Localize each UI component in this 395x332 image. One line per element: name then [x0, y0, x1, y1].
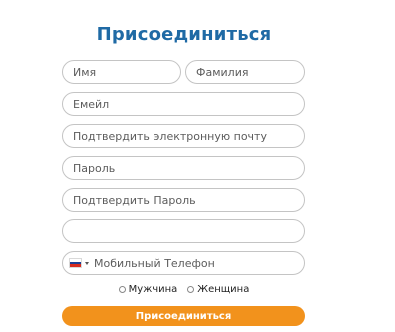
email-field[interactable] — [62, 92, 305, 116]
confirm-email-field[interactable] — [62, 124, 305, 148]
male-radio[interactable] — [118, 286, 126, 293]
page-title: Присоединиться — [96, 24, 272, 45]
last-name-field[interactable] — [185, 60, 305, 84]
gender-male-option[interactable]: Мужчина — [118, 284, 178, 295]
gender-group: Мужчина Женщина — [0, 284, 368, 295]
join-button[interactable]: Присоединиться — [62, 306, 305, 326]
female-radio[interactable] — [187, 286, 195, 293]
extra-field[interactable] — [62, 219, 305, 243]
phone-field[interactable] — [89, 252, 304, 274]
phone-field-wrapper — [62, 251, 305, 275]
male-label: Мужчина — [128, 284, 178, 295]
confirm-password-field[interactable] — [62, 188, 305, 212]
first-name-field[interactable] — [62, 60, 181, 84]
password-field[interactable] — [62, 156, 305, 180]
female-label: Женщина — [197, 284, 250, 295]
russia-flag-icon — [69, 258, 82, 268]
gender-female-option[interactable]: Женщина — [187, 284, 249, 295]
country-selector[interactable] — [69, 258, 89, 268]
